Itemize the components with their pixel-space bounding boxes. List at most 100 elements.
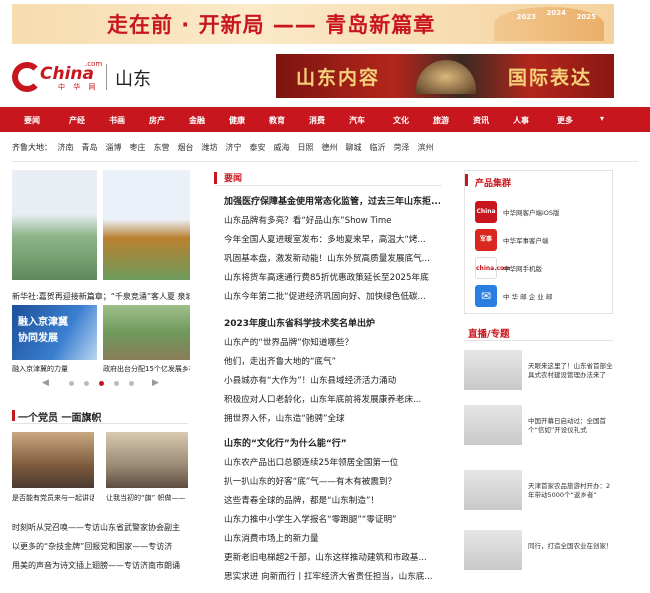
news-item[interactable]: 山东品牌有多亮？看“好品山东”Show Time <box>224 212 440 231</box>
photo-carousel[interactable]: 新华社:嘉贺再迎接新篇章；“千泉竞涌”客人夏 泉城 融入京津冀 协同发展 融入京… <box>12 170 190 400</box>
news-item[interactable]: 拥世界入怀，山东造“驰骋”全球 <box>224 410 440 429</box>
nav-item[interactable]: 旅游 <box>433 115 449 126</box>
nav-item[interactable]: 书画 <box>109 115 125 126</box>
city-link[interactable]: 枣庄 <box>130 142 146 153</box>
ad-banner[interactable]: 山东内容 国际表达 <box>276 54 614 98</box>
carousel-image[interactable] <box>12 170 97 280</box>
city-link[interactable]: 济宁 <box>226 142 242 153</box>
party-image[interactable] <box>106 432 188 488</box>
pager-dot[interactable] <box>69 381 74 386</box>
product-item[interactable]: 军事 中华军事客户端 <box>475 229 610 251</box>
nav-item[interactable]: 文化 <box>393 115 409 126</box>
nav-item[interactable]: 更多 <box>557 115 573 126</box>
nav-item[interactable]: 人事 <box>513 115 529 126</box>
carousel-image[interactable] <box>103 170 190 280</box>
party-image[interactable] <box>12 432 94 488</box>
pager-dot[interactable] <box>114 381 119 386</box>
city-link[interactable]: 聊城 <box>346 142 362 153</box>
live-link[interactable]: 天津首家农品旅游村开办：2年带动5000个“返乡者” <box>528 482 614 500</box>
nav-item[interactable]: 教育 <box>269 115 285 126</box>
city-link[interactable]: 滨州 <box>418 142 434 153</box>
news-item[interactable]: 山东力推中小学生入学报名“零跑腿”“零证明” <box>224 511 440 530</box>
news-list: 加强医疗保障基金使用常态化监管，过去三年山东拒... 山东品牌有多亮？看“好品山东… <box>224 193 440 307</box>
news-item[interactable]: 加强医疗保障基金使用常态化监管，过去三年山东拒... <box>224 193 440 212</box>
chevron-down-icon[interactable]: ▾ <box>600 114 604 123</box>
carousel-caption[interactable]: 政府出台分配15个亿发展乡村 <box>103 364 190 374</box>
site-logo[interactable]: China .com 中 华 网 山东 <box>12 60 162 92</box>
pager-dot[interactable] <box>84 381 89 386</box>
ad-banner-right-text: 国际表达 <box>507 67 592 89</box>
ad-banner-left-text: 山东内容 <box>296 67 381 89</box>
city-link[interactable]: 威海 <box>274 142 290 153</box>
city-link[interactable]: 临沂 <box>370 142 386 153</box>
city-link[interactable]: 日照 <box>298 142 314 153</box>
news-item[interactable]: 积极应对人口老龄化，山东年底前将发展康养老床... <box>224 391 440 410</box>
live-thumbnail[interactable] <box>464 405 522 445</box>
news-item[interactable]: 山东农产品出口总额连续25年领居全国第一位 <box>224 454 440 473</box>
city-link[interactable]: 淄博 <box>106 142 122 153</box>
live-thumbnail[interactable] <box>464 350 522 390</box>
news-item[interactable]: 今年全国人夏进暖室发布：多地夏来早，高温大“烤... <box>224 231 440 250</box>
news-item[interactable]: 他们，走出齐鲁大地的“底气” <box>224 353 440 372</box>
product-item[interactable]: China 中华网客户端iOS版 <box>475 201 610 223</box>
logo-c-icon <box>12 62 42 92</box>
pager-dot[interactable] <box>129 381 134 386</box>
logo-cn: 中 华 网 <box>58 83 99 91</box>
prev-arrow-icon[interactable]: ◀ <box>42 378 49 388</box>
nav-item[interactable]: 金融 <box>189 115 205 126</box>
news-item[interactable]: 2023年度山东省科学技术奖名单出炉 <box>224 315 440 334</box>
city-link[interactable]: 青岛 <box>82 142 98 153</box>
nav-item[interactable]: 健康 <box>229 115 245 126</box>
carousel-caption[interactable]: 融入京津冀的力量 <box>12 364 97 374</box>
nav-item[interactable]: 汽车 <box>349 115 365 126</box>
news-item[interactable]: 小县城亦有“大作为”！山东县域经济活力涌动 <box>224 372 440 391</box>
product-item[interactable]: china.com 中华网手机版 <box>475 257 610 279</box>
live-thumbnail[interactable] <box>464 470 522 510</box>
news-item[interactable]: 更新老旧电梯超2千部，山东这样推动建筑和市政基... <box>224 549 440 568</box>
news-item[interactable]: 巩固基本盘，激发新动能！山东外贸高质量发展底气... <box>224 250 440 269</box>
nav-item[interactable]: 产经 <box>69 115 85 126</box>
party-caption[interactable]: 是否能有党员来与一起讲话 <box>12 493 94 503</box>
nav-item[interactable]: 房产 <box>149 115 165 126</box>
live-link[interactable]: 中国开幕日启动过：全国首个“信如”开设仪礼式 <box>528 417 614 435</box>
promo-image[interactable]: 融入京津冀 协同发展 <box>12 305 97 360</box>
news-item[interactable]: 山东今年第二批“促进经济巩固向好、加快绿色低碳... <box>224 288 440 307</box>
top-banner[interactable]: 走在前 · 开新局 —— 青岛新篇章 2023 2024 2025 <box>12 4 614 44</box>
news-item[interactable]: 山东的“文化行”为什么能“行” <box>224 435 440 454</box>
city-link[interactable]: 潍坊 <box>202 142 218 153</box>
news-item[interactable]: 山东产的“世界品牌”你知道哪些？ <box>224 334 440 353</box>
year-label: 2025 <box>576 13 596 21</box>
carousel-image[interactable] <box>103 305 190 360</box>
city-bar: 齐鲁大地： 济南 青岛 淄博 枣庄 东营 烟台 潍坊 济宁 泰安 威海 日照 德州 聊城 临沂 菏泽 滨州 <box>12 142 442 156</box>
party-link[interactable]: 以更多的“杂技金牌”回报党和国家——专访济 <box>12 540 190 554</box>
product-item[interactable]: ✉ 中 华 邮 企 业 邮 <box>475 285 610 307</box>
year-label: 2024 <box>546 9 566 17</box>
carousel-caption[interactable]: 新华社:嘉贺再迎接新篇章；“千泉竞涌”客人夏 泉城 <box>12 291 190 302</box>
app-icon: china.com <box>475 257 510 279</box>
live-link[interactable]: 天眼来这里了！山东省首部全具式农村建设管理办法来了 <box>528 362 614 380</box>
live-link[interactable]: 同行，打造全国农业在创家！ <box>528 542 614 551</box>
carousel-pager: ◀ ▶ <box>12 377 190 389</box>
nav-item[interactable]: 要闻 <box>24 115 40 126</box>
live-thumbnail[interactable] <box>464 530 522 570</box>
party-section-header: 一个党员 一面旗帜 <box>12 408 188 424</box>
city-link[interactable]: 菏泽 <box>394 142 410 153</box>
nav-item[interactable]: 消费 <box>309 115 325 126</box>
news-item[interactable]: 这些青春全球的品牌，都是“山东制造”！ <box>224 492 440 511</box>
news-item[interactable]: 扒一扒山东的好客“底”气——有木有被震到？ <box>224 473 440 492</box>
news-item[interactable]: 思实求进 向新而行丨扛牢经济大省责任担当，山东底... <box>224 568 440 587</box>
news-item[interactable]: 山东将货车高速通行费85折优惠政策延长至2025年底 <box>224 269 440 288</box>
nav-item[interactable]: 资讯 <box>473 115 489 126</box>
city-link[interactable]: 德州 <box>322 142 338 153</box>
pager-dot-active[interactable] <box>99 381 104 386</box>
city-link[interactable]: 东营 <box>154 142 170 153</box>
news-item[interactable]: 山东消费市场上的新力量 <box>224 530 440 549</box>
city-link[interactable]: 烟台 <box>178 142 194 153</box>
city-link[interactable]: 济南 <box>58 142 74 153</box>
next-arrow-icon[interactable]: ▶ <box>152 378 159 388</box>
party-link[interactable]: 时刻听从党召唤——专访山东省武警家协会副主 <box>12 521 190 535</box>
party-link[interactable]: 用美的声音为诗文插上翅膀——专访济南市朗诵 <box>12 559 190 573</box>
product-label: 中华网客户端iOS版 <box>503 209 560 217</box>
party-caption[interactable]: 让我当初的“旗” 帜做—— <box>106 493 188 503</box>
city-link[interactable]: 泰安 <box>250 142 266 153</box>
